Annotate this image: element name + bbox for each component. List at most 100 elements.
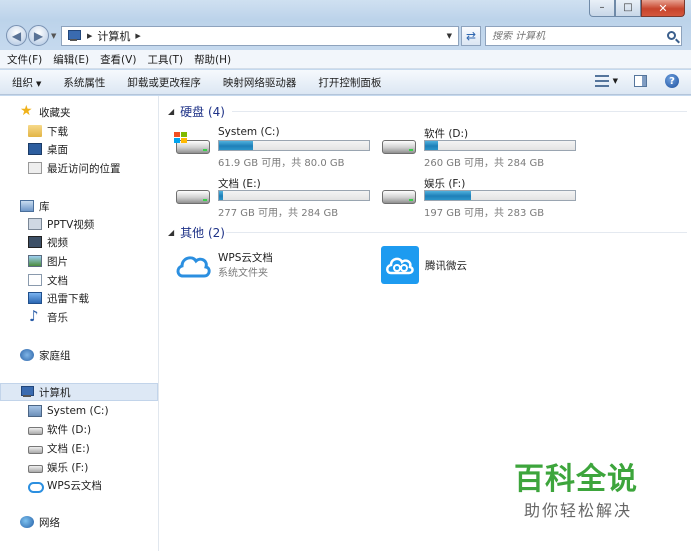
sidebar-item-thunder[interactable]: 迅雷下载 — [0, 289, 158, 307]
group-header-other[interactable]: ◢ 其他 (2) — [168, 224, 225, 240]
sidebar-item-pictures[interactable]: 图片 — [0, 252, 158, 270]
menu-tools[interactable]: 工具(T) — [147, 52, 183, 67]
window-caption-buttons: – □ ✕ — [589, 0, 685, 17]
address-bar[interactable]: ▶ 计算机 ▶ ▼ — [61, 26, 459, 46]
drive-icon — [380, 132, 418, 158]
sidebar-item-computer[interactable]: 计算机 — [0, 383, 158, 401]
close-button[interactable]: ✕ — [641, 0, 685, 17]
sidebar-item-pptv[interactable]: PPTV视频 — [0, 215, 158, 233]
sidebar-item-label: 家庭组 — [39, 349, 71, 362]
system-properties-button[interactable]: 系统属性 — [63, 75, 105, 90]
watermark-subtitle: 助你轻松解决 — [524, 501, 633, 520]
sidebar-item-label: System (C:) — [47, 405, 109, 417]
sidebar-item-drive-d[interactable]: 软件 (D:) — [0, 420, 158, 438]
drive-tile-docs-e[interactable]: 文档 (E:) 277 GB 可用，共 284 GB — [174, 176, 374, 219]
sidebar-item-documents[interactable]: 文档 — [0, 271, 158, 289]
open-control-panel-button[interactable]: 打开控制面板 — [318, 75, 381, 90]
item-name: WPS云文档 — [218, 252, 273, 264]
recent-places-icon — [28, 162, 42, 174]
sidebar-item-recent-places[interactable]: 最近访问的位置 — [0, 159, 158, 177]
sidebar-item-label: 最近访问的位置 — [47, 162, 121, 175]
refresh-button[interactable]: ⇄ — [461, 26, 481, 46]
watermark: 百科全说 助你轻松解决 — [492, 444, 666, 524]
menu-view[interactable]: 查看(V) — [100, 52, 136, 67]
sidebar-item-label: 图片 — [47, 255, 68, 268]
item-wps-cloud[interactable]: WPS云文档 系统文件夹 — [174, 246, 314, 288]
system-drive-icon — [28, 405, 42, 417]
sidebar-item-favorites[interactable]: 收藏夹 — [0, 103, 158, 121]
drive-icon — [174, 182, 212, 208]
sidebar-item-music[interactable]: 音乐 — [0, 307, 158, 326]
minimize-button[interactable]: – — [589, 0, 615, 17]
drive-tile-entertainment-f[interactable]: 娱乐 (F:) 197 GB 可用，共 283 GB — [380, 176, 580, 219]
drive-tile-system-c[interactable]: System (C:) 61.9 GB 可用，共 80.0 GB — [174, 126, 374, 169]
help-button[interactable]: ? — [665, 74, 679, 88]
address-row: ◀ ▶ ▼ ▶ 计算机 ▶ ▼ ⇄ — [0, 24, 691, 48]
sidebar-item-network[interactable]: 网络 — [0, 513, 158, 531]
drive-usage-fill — [425, 141, 438, 150]
sidebar-item-downloads[interactable]: 下载 — [0, 122, 158, 140]
organize-button[interactable]: 组织 ▼ — [12, 75, 41, 90]
group-header-hard-disks[interactable]: ◢ 硬盘 (4) — [168, 103, 225, 119]
watermark-title: 百科全说 — [514, 462, 638, 497]
drive-usage-bar — [218, 190, 370, 201]
menu-bar: 文件(F) 编辑(E) 查看(V) 工具(T) 帮助(H) — [0, 50, 691, 69]
menu-edit[interactable]: 编辑(E) — [53, 52, 89, 67]
group-header-label: 其他 (2) — [180, 225, 225, 240]
maximize-button[interactable]: □ — [615, 0, 641, 17]
preview-pane-icon[interactable] — [634, 75, 647, 87]
view-options-dropdown-icon[interactable]: ▼ — [613, 77, 618, 85]
search-icon[interactable] — [667, 31, 676, 40]
sidebar-item-label: 娱乐 (F:) — [47, 461, 89, 474]
thunder-icon — [28, 292, 42, 304]
tencent-weiyun-icon — [381, 246, 419, 284]
item-subtitle: 系统文件夹 — [218, 268, 268, 279]
system-drive-icon — [174, 132, 212, 158]
drive-name: System (C:) — [218, 126, 280, 138]
sidebar-item-label: 视频 — [47, 236, 68, 249]
documents-icon — [28, 274, 42, 286]
close-icon: ✕ — [658, 1, 668, 15]
sidebar-item-videos[interactable]: 视频 — [0, 233, 158, 251]
forward-button[interactable]: ▶ — [28, 25, 49, 46]
drive-free-space: 61.9 GB 可用，共 80.0 GB — [218, 158, 345, 169]
collapse-triangle-icon: ◢ — [168, 106, 175, 116]
recent-pages-dropdown[interactable]: ▼ — [51, 32, 56, 40]
sidebar-item-wps-cloud[interactable]: WPS云文档 — [0, 476, 158, 494]
sidebar-item-homegroup[interactable]: 家庭组 — [0, 346, 158, 364]
drive-free-space: 260 GB 可用，共 284 GB — [424, 158, 545, 169]
breadcrumb-separator-icon[interactable]: ▶ — [135, 32, 140, 40]
sidebar-item-label: 计算机 — [39, 386, 71, 399]
sidebar-item-label: 迅雷下载 — [47, 292, 89, 305]
menu-help[interactable]: 帮助(H) — [194, 52, 231, 67]
sidebar-item-label: 收藏夹 — [39, 106, 71, 119]
search-input[interactable] — [492, 30, 652, 42]
drive-icon — [28, 461, 43, 473]
item-tencent-weiyun[interactable]: 腾讯微云 — [381, 246, 501, 288]
address-history-dropdown-icon[interactable]: ▼ — [447, 32, 452, 40]
back-arrow-icon: ◀ — [11, 28, 22, 43]
sidebar-item-libraries[interactable]: 库 — [0, 197, 158, 215]
sidebar-item-label: 音乐 — [47, 311, 68, 324]
download-folder-icon — [28, 125, 42, 137]
item-name: 腾讯微云 — [425, 260, 467, 272]
breadcrumb-separator-icon[interactable]: ▶ — [87, 32, 92, 40]
uninstall-program-button[interactable]: 卸载或更改程序 — [127, 75, 201, 90]
drive-free-space: 197 GB 可用，共 283 GB — [424, 208, 545, 219]
sidebar-item-desktop[interactable]: 桌面 — [0, 140, 158, 158]
sidebar-item-system-c[interactable]: System (C:) — [0, 402, 158, 420]
map-network-drive-button[interactable]: 映射网络驱动器 — [223, 75, 297, 90]
back-button[interactable]: ◀ — [6, 25, 27, 46]
sidebar-item-drive-f[interactable]: 娱乐 (F:) — [0, 458, 158, 476]
sidebar-item-label: WPS云文档 — [47, 479, 102, 492]
change-view-icon[interactable] — [594, 75, 609, 87]
sidebar-item-drive-e[interactable]: 文档 (E:) — [0, 439, 158, 457]
pptv-icon — [28, 218, 42, 230]
drive-tile-software-d[interactable]: 软件 (D:) 260 GB 可用，共 284 GB — [380, 126, 580, 169]
breadcrumb-computer[interactable]: 计算机 — [97, 28, 130, 44]
menu-file[interactable]: 文件(F) — [7, 52, 42, 67]
drive-name: 娱乐 (F:) — [424, 178, 466, 190]
drive-name: 软件 (D:) — [424, 128, 469, 140]
computer-icon — [20, 386, 34, 398]
sidebar-item-label: 网络 — [39, 516, 60, 529]
